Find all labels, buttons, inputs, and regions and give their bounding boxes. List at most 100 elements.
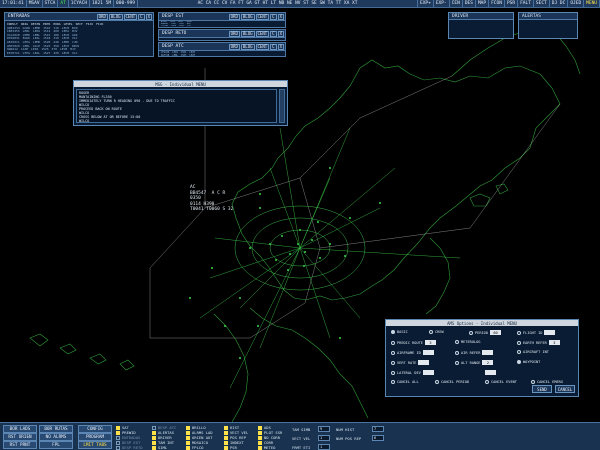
option-meterolog[interactable]: METEROLOG (455, 340, 480, 344)
config-button[interactable]: CONFIG (78, 425, 112, 433)
lateral-dev-input[interactable] (422, 370, 434, 375)
toolbar-at[interactable]: AT (58, 0, 69, 7)
option-period[interactable]: PERIOD 60 (469, 330, 501, 335)
option-lateral-dev[interactable]: LATERAL DEV (391, 370, 434, 375)
option-basic[interactable]: BASIC (391, 330, 408, 334)
period-input[interactable]: 60 (489, 330, 501, 335)
radio-icon[interactable] (455, 360, 459, 365)
option-airframe-id[interactable]: AIRFRAME ID (391, 350, 434, 355)
vect-vel-spinner[interactable]: 1 (318, 435, 330, 441)
desp-reto-header[interactable]: DESP RETO ORD BLOG CENT C X (159, 30, 285, 38)
des-button[interactable]: DES (463, 0, 476, 7)
radio-icon[interactable] (391, 350, 395, 355)
desp-est-c-button[interactable]: C (270, 13, 277, 20)
option-cancel-event[interactable]: CANCEL EVENT (485, 380, 517, 384)
frmt-eti-spinner[interactable]: 1 (318, 444, 330, 450)
radio-icon[interactable] (517, 360, 521, 364)
flight-label[interactable]: AC BB4547 A C R 0350 0114 H390 T0041 T0060 S… (190, 185, 233, 213)
extra-input[interactable] (485, 370, 496, 375)
tam-simb-spinner[interactable]: 9 (318, 426, 330, 432)
toolbar-ssr[interactable]: 1CYACH (69, 0, 91, 7)
entradas-c-button[interactable]: C (138, 13, 145, 20)
alertas-window[interactable]: ALERTAS (518, 12, 578, 39)
desp-atc-blog-button[interactable]: BLOG (240, 43, 255, 50)
option-aircraft-int[interactable]: AIRCRAFT INT (517, 350, 549, 354)
option-cancel-period[interactable]: CANCEL PERIOD (435, 380, 469, 384)
send-button[interactable]: SEND (532, 385, 552, 393)
sector-codes[interactable]: AC CA CC CV FA FT GA GT HT LT NB NE NV S… (138, 0, 418, 7)
psr-button[interactable]: PSR (505, 0, 519, 7)
check-siml[interactable]: SIML (152, 445, 167, 450)
lateral-dev-extra[interactable] (483, 370, 496, 375)
check-psr[interactable]: PSR (224, 445, 237, 450)
radio-icon[interactable] (517, 340, 521, 345)
table-row[interactable]: DAT318 LEBL 1503 LECM (161, 54, 283, 57)
ojed-button[interactable]: OJED (568, 0, 585, 7)
entradas-close-button[interactable]: X (145, 13, 152, 20)
predic-route-input[interactable]: 3 (424, 340, 436, 345)
desp-reto-ord-button[interactable]: ORD (228, 30, 240, 37)
desp-atc-window[interactable]: DESP ATC ORD BLOG CENT C X CFG420 LEPA 150… (158, 42, 286, 57)
desp-atc-close-button[interactable]: X (277, 43, 284, 50)
desp-reto-c-button[interactable]: C (270, 30, 277, 37)
radio-icon[interactable] (469, 330, 473, 335)
rst-orien-button[interactable]: RST ORIEN (3, 433, 37, 441)
exp-minus-button[interactable]: EXP- (434, 0, 450, 7)
option-cancel-all[interactable]: CANCEL ALL (391, 380, 419, 384)
exp-plus-button[interactable]: EXP+ (418, 0, 434, 7)
message-window-title[interactable]: MSG - Individual MENU (74, 81, 287, 87)
entradas-blog-button[interactable]: BLOG (108, 13, 123, 20)
radio-icon[interactable] (429, 330, 433, 334)
flight-id-input[interactable] (544, 330, 556, 335)
toolbar-stca[interactable]: STCA (43, 0, 59, 7)
check-meteo[interactable]: METEO (258, 445, 275, 450)
num-pos-rep-spinner[interactable]: 6 (372, 435, 384, 441)
table-row[interactable]: CTB103 LEMD 1455 CJN (161, 25, 283, 27)
menu-button[interactable]: MENU (584, 0, 600, 7)
radio-icon[interactable] (391, 380, 395, 384)
entradas-ord-button[interactable]: ORD (96, 13, 108, 20)
desp-atc-header[interactable]: DESP ATC ORD BLOG CENT C X (159, 43, 285, 51)
option-waypoint[interactable]: WAYPOINT (517, 360, 540, 364)
message-window[interactable]: MSG - Individual MENU ROGER MANTAINING F… (73, 80, 288, 126)
desp-reto-close-button[interactable]: X (277, 30, 284, 37)
desp-reto-cent-button[interactable]: CENT (255, 30, 270, 37)
option-predic-route[interactable]: PREDIC ROUTE 3 (391, 340, 436, 345)
desp-est-window[interactable]: DESP EST ORD BLOG CENT C X AC001 LEPA 1450… (158, 12, 286, 28)
option-flight-id[interactable]: FLIGHT ID (517, 330, 556, 335)
num-hist-spinner[interactable]: 7 (372, 426, 384, 432)
map-button[interactable]: MAP (476, 0, 490, 7)
option-air-refer[interactable]: AIR REFER (455, 350, 494, 355)
radio-icon[interactable] (391, 330, 395, 334)
falt-button[interactable]: FALT (518, 0, 534, 7)
option-cancel-emerg[interactable]: CANCEL EMERG (531, 380, 563, 384)
cen-button[interactable]: CEN (450, 0, 463, 7)
toolbar-levels[interactable]: 000-999 (114, 0, 138, 7)
radio-icon[interactable] (435, 380, 439, 384)
dj-dc-button[interactable]: DJ DC (550, 0, 569, 7)
lmit-tabs-button[interactable]: LMIT TABS (78, 441, 112, 449)
entradas-header[interactable]: ENTRADAS ORD BLOG CENT C X (5, 13, 153, 21)
option-alt-range[interactable]: ALT RANGE 2 (455, 360, 494, 365)
earth-refer-input[interactable]: 3 (548, 340, 560, 345)
options-title[interactable]: AMS Options - Individual MENU (386, 320, 578, 326)
option-vert-rate[interactable]: VERT RATE (391, 360, 430, 365)
desp-est-close-button[interactable]: X (277, 13, 284, 20)
toolbar-range[interactable]: 1821 5M (90, 0, 115, 7)
desp-reto-window[interactable]: DESP RETO ORD BLOG CENT C X (158, 29, 286, 41)
ams-options-dialog[interactable]: AMS Options - Individual MENU BASIC CREW… (385, 319, 579, 397)
desp-reto-blog-button[interactable]: BLOG (240, 30, 255, 37)
rst-prnt-button[interactable]: RST PRNT (3, 441, 37, 449)
airframe-id-input[interactable] (422, 350, 434, 355)
desp-est-cent-button[interactable]: CENT (255, 13, 270, 20)
radio-icon[interactable] (391, 360, 395, 365)
entradas-window[interactable]: ENTRADAS ORD BLOG CENT C X INDVLT ORIG DES… (4, 12, 154, 57)
desp-est-blog-button[interactable]: BLOG (240, 13, 255, 20)
desp-est-header[interactable]: DESP EST ORD BLOG CENT C X (159, 13, 285, 21)
radio-icon[interactable] (391, 340, 395, 345)
radio-icon[interactable] (531, 380, 535, 384)
radio-icon[interactable] (517, 330, 521, 335)
fpl-button[interactable]: FPL (39, 441, 73, 449)
option-earth-refer[interactable]: EARTH REFER 3 (517, 340, 560, 345)
check-desp-reto[interactable]: DESP RETO (116, 445, 143, 450)
